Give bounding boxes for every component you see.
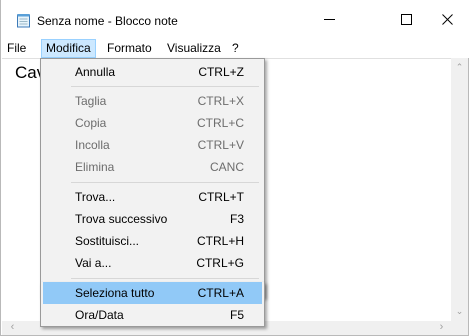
- menu-item-copy[interactable]: Copia CTRL+C: [43, 112, 262, 134]
- menu-item-shortcut: CTRL+G: [196, 256, 244, 270]
- menu-item-shortcut: CTRL+X: [197, 94, 244, 108]
- menu-item-select-all[interactable]: Seleziona tutto CTRL+A: [43, 282, 262, 304]
- menu-item-time-date[interactable]: Ora/Data F5: [43, 304, 262, 326]
- notepad-window: Senza nome - Blocco note File Modifica F…: [0, 0, 469, 336]
- menu-item-shortcut: F5: [229, 308, 244, 322]
- menu-item-shortcut: CTRL+T: [198, 190, 244, 204]
- menu-item-shortcut: CANC: [209, 160, 244, 174]
- menu-item-undo[interactable]: Annulla CTRL+Z: [43, 61, 262, 83]
- menu-item-label: Sostituisci...: [75, 234, 140, 248]
- menu-item-find-next[interactable]: Trova successivo F3: [43, 208, 262, 230]
- menu-item-delete[interactable]: Elimina CANC: [43, 156, 262, 178]
- menu-item-label: Vai a...: [75, 256, 112, 270]
- menu-item-shortcut: F3: [229, 212, 244, 226]
- menu-item-label: Taglia: [75, 94, 107, 108]
- edit-menu-dropdown-lower: Seleziona tutto CTRL+A Ora/Data F5: [40, 278, 265, 327]
- scroll-right-icon[interactable]: ›: [433, 321, 450, 333]
- close-icon: [441, 14, 453, 25]
- menu-item-label: Elimina: [75, 160, 115, 174]
- close-button[interactable]: [424, 0, 469, 39]
- menu-item-shortcut: CTRL+H: [196, 234, 244, 248]
- menu-separator: [71, 86, 259, 87]
- maximize-button[interactable]: [383, 0, 429, 39]
- menu-item-label: Copia: [75, 116, 107, 130]
- menu-formato[interactable]: Formato: [103, 39, 156, 58]
- menu-visualizza[interactable]: Visualizza: [163, 39, 225, 58]
- menu-item-label: Ora/Data: [75, 308, 124, 322]
- menu-item-paste[interactable]: Incolla CTRL+V: [43, 134, 262, 156]
- menu-separator: [71, 182, 259, 183]
- menu-item-cut[interactable]: Taglia CTRL+X: [43, 90, 262, 112]
- menu-item-shortcut: CTRL+Z: [198, 65, 244, 79]
- minimize-button[interactable]: [306, 0, 352, 39]
- menu-item-shortcut: CTRL+C: [196, 116, 244, 130]
- edit-menu-dropdown: Annulla CTRL+Z Taglia CTRL+X Copia CTRL+…: [40, 58, 265, 298]
- scroll-left-icon[interactable]: ‹: [4, 321, 21, 333]
- window-title: Senza nome - Blocco note: [37, 14, 178, 28]
- scroll-down-icon[interactable]: ⌄: [451, 306, 468, 317]
- menu-item-label: Incolla: [75, 138, 110, 152]
- menu-item-replace[interactable]: Sostituisci... CTRL+H: [43, 230, 262, 252]
- minimize-icon: [323, 19, 335, 20]
- menu-item-label: Annulla: [75, 65, 116, 79]
- menu-item-find[interactable]: Trova... CTRL+T: [43, 186, 262, 208]
- maximize-icon: [400, 14, 412, 25]
- menu-separator: [71, 278, 259, 279]
- menu-item-label: Trova...: [75, 190, 116, 204]
- menu-file[interactable]: File: [3, 39, 30, 58]
- menu-item-shortcut: CTRL+A: [197, 286, 244, 300]
- menu-item-shortcut: CTRL+V: [197, 138, 244, 152]
- menu-item-label: Trova successivo: [75, 212, 168, 226]
- title-bar[interactable]: Senza nome - Blocco note: [1, 0, 469, 39]
- notepad-icon: [17, 14, 30, 28]
- menu-item-goto[interactable]: Vai a... CTRL+G: [43, 252, 262, 274]
- vertical-scrollbar[interactable]: ⌃ ⌄: [451, 58, 468, 321]
- resize-grip-icon[interactable]: [451, 320, 468, 335]
- menu-modifica[interactable]: Modifica: [41, 39, 96, 58]
- menu-item-label: Seleziona tutto: [75, 286, 155, 300]
- menu-bar: File Modifica Formato Visualizza ?: [1, 39, 469, 58]
- menu-help[interactable]: ?: [228, 39, 243, 58]
- scroll-up-icon[interactable]: ⌃: [451, 62, 468, 73]
